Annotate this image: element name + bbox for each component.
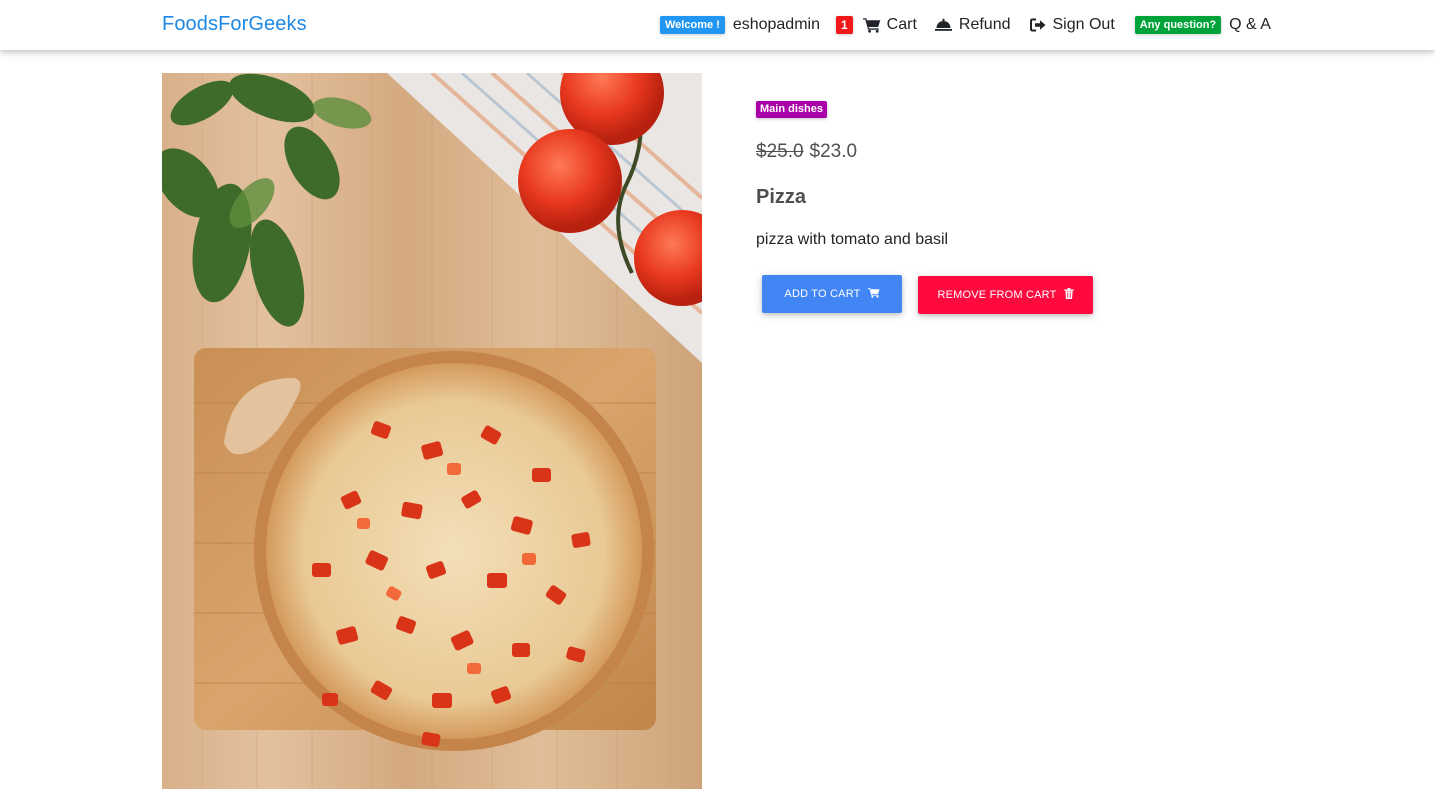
- remove-from-cart-label: REMOVE FROM CART: [937, 289, 1057, 301]
- cart-icon: [862, 17, 881, 33]
- cart-icon: [861, 287, 880, 301]
- sign-out-icon: [1029, 18, 1046, 32]
- nav-refund[interactable]: Refund: [934, 16, 1011, 34]
- nav-cart-label: Cart: [886, 16, 917, 33]
- nav-cart[interactable]: Cart: [862, 16, 917, 34]
- add-to-cart-label: ADD TO CART: [784, 288, 861, 300]
- price-row: $25.0 $23.0: [756, 141, 857, 163]
- product-description: pizza with tomato and basil: [756, 231, 949, 248]
- category-badge: Main dishes: [756, 101, 827, 118]
- nav-right: Welcome ! eshopadmin 1 Cart Refund Sign …: [660, 0, 1271, 50]
- add-to-cart-button[interactable]: ADD TO CART: [762, 275, 902, 313]
- remove-from-cart-button[interactable]: REMOVE FROM CART: [918, 276, 1093, 314]
- old-price: $25.0: [756, 141, 804, 162]
- serving-dish-icon: [934, 18, 952, 32]
- trash-icon: [1057, 288, 1074, 302]
- welcome-badge: Welcome !: [660, 16, 725, 34]
- username-label: eshopadmin: [732, 16, 820, 33]
- nav-signout-label: Sign Out: [1052, 16, 1115, 33]
- brand-link[interactable]: FoodsForGeeks: [162, 13, 307, 36]
- nav-qa-link[interactable]: Q & A: [1229, 16, 1271, 34]
- cart-count-badge: 1: [835, 16, 853, 34]
- question-badge: Any question?: [1134, 16, 1222, 34]
- navbar: FoodsForGeeks Welcome ! eshopadmin 1 Car…: [0, 0, 1435, 50]
- product-image: [162, 73, 702, 789]
- nav-signout[interactable]: Sign Out: [1029, 16, 1115, 34]
- product-title: Pizza: [756, 186, 807, 208]
- nav-refund-label: Refund: [958, 16, 1011, 33]
- new-price: $23.0: [809, 141, 858, 162]
